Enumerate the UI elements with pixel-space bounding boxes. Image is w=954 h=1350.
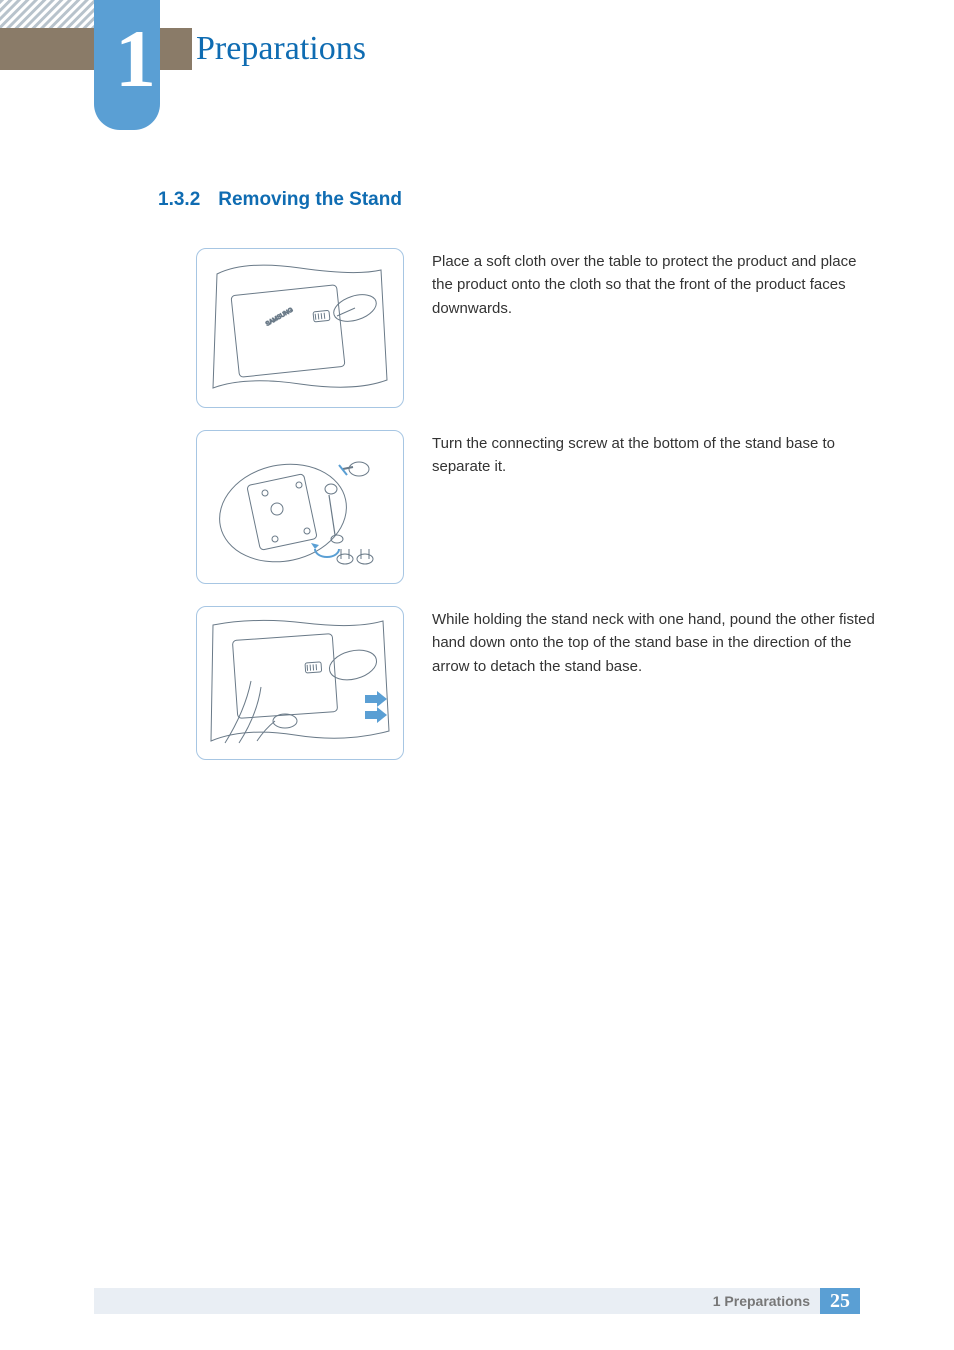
chapter-title: Preparations <box>192 28 954 70</box>
section-number: 1.3.2 <box>158 189 200 210</box>
step: SAMSUNG Place a soft cloth over the tabl… <box>196 248 876 408</box>
step-figure-1: SAMSUNG <box>196 248 404 408</box>
page: Preparations 1 1.3.2 Removing the Stand <box>0 0 954 1350</box>
section-title: Removing the Stand <box>218 189 402 210</box>
section-heading: 1.3.2 Removing the Stand <box>158 189 402 211</box>
page-number: 25 <box>820 1288 860 1314</box>
steps-container: SAMSUNG Place a soft cloth over the tabl… <box>196 248 876 782</box>
footer: 1 Preparations 25 <box>94 1288 860 1314</box>
header-hatch-decoration <box>0 0 100 28</box>
step-figure-3 <box>196 606 404 760</box>
footer-label: 1 Preparations <box>713 1293 810 1309</box>
arrow-right-icon <box>365 691 387 723</box>
step: While holding the stand neck with one ha… <box>196 606 876 760</box>
step-text: Place a soft cloth over the table to pro… <box>432 248 876 408</box>
step-text: While holding the stand neck with one ha… <box>432 606 876 760</box>
chapter-number: 1 <box>94 12 154 106</box>
svg-text:SAMSUNG: SAMSUNG <box>265 307 295 328</box>
step-figure-2 <box>196 430 404 584</box>
step-text: Turn the connecting screw at the bottom … <box>432 430 876 584</box>
step: Turn the connecting screw at the bottom … <box>196 430 876 584</box>
